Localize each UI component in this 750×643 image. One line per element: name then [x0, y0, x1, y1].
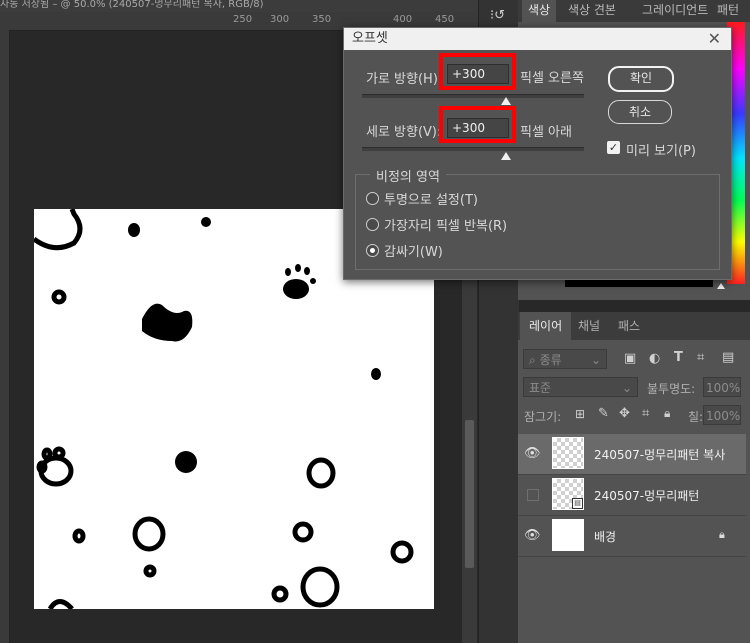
fill-input[interactable]: 100%	[703, 405, 741, 425]
blend-mode-select[interactable]: 표준 ⌄	[523, 377, 638, 397]
layer-name[interactable]: 240507-멍무리패턴	[594, 487, 699, 504]
layer-filter-select[interactable]: ⌕ 종류 ⌄	[523, 349, 607, 369]
cancel-button[interactable]: 취소	[608, 100, 672, 124]
shape-filter-icon[interactable]: ⌗	[697, 350, 704, 365]
layers-panel-tabs: 레이어 채널 패스	[518, 312, 750, 340]
vertical-unit-label: 픽셀 아래	[520, 125, 572, 140]
option-transparent-label[interactable]: 투명으로 설정(T)	[384, 189, 478, 208]
ok-button[interactable]: 확인	[608, 66, 674, 92]
ramp-slider-thumb[interactable]	[717, 283, 725, 289]
blend-mode-value: 표준	[529, 381, 552, 395]
horizontal-label: 가로 방향(H):	[366, 72, 443, 87]
vertical-offset-input[interactable]	[447, 118, 509, 138]
opacity-input[interactable]: 100%	[703, 377, 741, 397]
chevron-down-icon: ⌄	[621, 381, 632, 395]
type-filter-icon[interactable]: T	[674, 350, 683, 365]
tab-swatches[interactable]: 색상 견본	[562, 0, 622, 22]
layer-thumbnail	[552, 519, 584, 551]
color-ramp-bar[interactable]	[565, 280, 713, 287]
smart-object-badge-icon: ▤	[572, 498, 583, 509]
dialog-titlebar[interactable]: 오프셋 ✕	[344, 28, 731, 50]
vertical-slider-thumb[interactable]	[501, 152, 511, 160]
eye-icon[interactable]: 👁︎	[524, 446, 541, 462]
filter-label: 종류	[539, 353, 562, 367]
offset-dialog: 오프셋 ✕ 가로 방향(H): 픽셀 오른쪽 세로 방향(V): 픽셀 아래 확…	[343, 27, 732, 280]
lock-artboard-icon[interactable]: ⌗	[642, 406, 649, 421]
option-wrap-around-label[interactable]: 감싸기(W)	[384, 241, 443, 260]
adjustment-filter-icon[interactable]: ◐	[649, 351, 660, 366]
ruler-tick: 250	[233, 14, 253, 25]
preview-label[interactable]: 미리 보기(P)	[626, 140, 696, 159]
lock-position-icon[interactable]: ✥	[619, 406, 630, 421]
layer-thumbnail	[552, 437, 584, 469]
layer-row-original[interactable]: ▤ 240507-멍무리패턴	[518, 475, 746, 516]
tab-gradients[interactable]: 그레이디언트	[636, 0, 714, 22]
undefined-area-label: 비정의 영역	[370, 166, 446, 185]
tab-paths[interactable]: 패스	[609, 312, 649, 340]
ruler-tick: 300	[270, 14, 290, 25]
scrollbar-thumb[interactable]	[465, 420, 474, 568]
vertical-ruler	[0, 30, 10, 643]
tab-patterns[interactable]: 패턴	[711, 0, 745, 22]
layer-name[interactable]: 배경	[594, 528, 616, 545]
radio-wrap-around[interactable]	[366, 244, 379, 257]
tab-channels[interactable]: 채널	[569, 312, 609, 340]
layer-row-background[interactable]: 👁︎ 배경 🔒︎	[518, 516, 746, 557]
horizontal-slider-thumb[interactable]	[501, 97, 511, 105]
vertical-label: 세로 방향(V):	[366, 125, 442, 140]
tab-layers[interactable]: 레이어	[520, 312, 572, 340]
chevron-down-icon: ⌄	[590, 353, 601, 367]
ruler-tick: 350	[312, 14, 332, 25]
image-filter-icon[interactable]: ▣	[624, 351, 636, 366]
lock-transparency-icon[interactable]: ⊞	[575, 407, 585, 421]
document-tab[interactable]: 자동 저장됨 – @ 50.0% (240507-멍무리패턴 복사, RGB/8…	[0, 0, 478, 12]
horizontal-unit-label: 픽셀 오른쪽	[520, 71, 584, 86]
ruler-tick: 450	[435, 14, 455, 25]
document-tab-title: 자동 저장됨 – @ 50.0% (240507-멍무리패턴 복사, RGB/8…	[0, 0, 264, 10]
option-repeat-edge-label[interactable]: 가장자리 픽셀 반복(R)	[384, 215, 507, 234]
horizontal-offset-input[interactable]	[447, 64, 509, 84]
fill-label: 칠:	[688, 410, 704, 424]
layer-row-copy[interactable]: 👁︎ 240507-멍무리패턴 복사	[518, 434, 746, 475]
ruler-tick: 400	[393, 14, 413, 25]
visibility-toggle-off[interactable]	[527, 489, 539, 501]
close-icon[interactable]: ✕	[708, 28, 721, 50]
radio-repeat-edge[interactable]	[366, 218, 379, 231]
layer-name[interactable]: 240507-멍무리패턴 복사	[594, 446, 725, 463]
radio-transparent[interactable]	[366, 192, 379, 205]
lock-all-icon[interactable]: 🔒︎	[664, 406, 670, 421]
opacity-value: 100%	[706, 381, 741, 395]
lock-paint-icon[interactable]: ✎	[598, 406, 609, 421]
search-icon: ⌕	[529, 353, 536, 367]
eye-icon[interactable]: 👁︎	[524, 528, 541, 544]
dialog-title: 오프셋	[352, 31, 388, 46]
history-icon[interactable]: ⁝↺	[490, 8, 505, 23]
fill-value: 100%	[706, 409, 741, 423]
vertical-slider[interactable]	[362, 147, 584, 151]
preview-checkbox[interactable]: ✓	[607, 141, 620, 154]
tab-color[interactable]: 색상	[522, 0, 557, 22]
opacity-label: 불투명도:	[647, 382, 696, 396]
color-panel-tabs: 색상 색상 견본 그레이디언트 패턴	[518, 0, 750, 22]
lock-icon: 🔒︎	[719, 528, 725, 541]
horizontal-slider[interactable]	[362, 94, 584, 98]
lock-label: 잠그기:	[524, 410, 562, 424]
smart-object-filter-icon[interactable]: ▤	[722, 350, 734, 365]
